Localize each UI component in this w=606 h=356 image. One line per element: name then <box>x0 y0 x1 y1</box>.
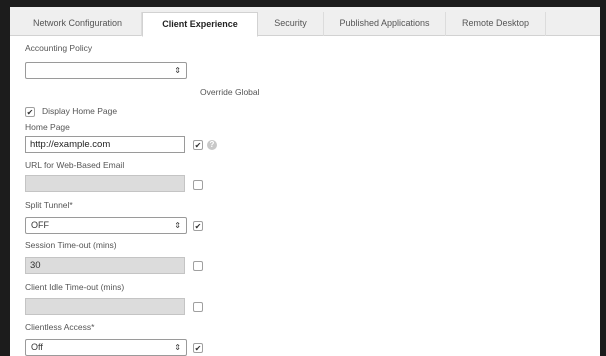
home-page-label: Home Page <box>25 122 70 132</box>
override-global-header: Override Global <box>200 87 260 97</box>
display-home-page-checkbox[interactable] <box>25 107 35 117</box>
tab-bar: Network Configuration Client Experience … <box>10 7 600 37</box>
help-icon[interactable]: ? <box>207 140 217 150</box>
updown-arrow-icon: ⇕ <box>174 343 181 352</box>
home-page-input[interactable]: http://example.com <box>25 136 185 153</box>
clientless-access-value: Off <box>31 342 43 352</box>
tab-network-configuration[interactable]: Network Configuration <box>14 12 142 36</box>
idle-timeout-input[interactable] <box>25 298 185 315</box>
session-timeout-input[interactable]: 30 <box>25 257 185 274</box>
web-email-input[interactable] <box>25 175 185 192</box>
idle-timeout-label: Client Idle Time-out (mins) <box>25 282 125 292</box>
window-frame-right <box>600 0 606 356</box>
split-tunnel-value: OFF <box>31 220 49 230</box>
updown-arrow-icon: ⇕ <box>174 66 181 75</box>
window-frame-left <box>0 0 10 356</box>
accounting-policy-label: Accounting Policy <box>25 43 93 53</box>
display-home-page-label: Display Home Page <box>42 106 118 116</box>
tab-published-applications[interactable]: Published Applications <box>324 12 446 36</box>
tab-security[interactable]: Security <box>258 12 324 36</box>
tab-remote-desktop[interactable]: Remote Desktop <box>446 12 546 36</box>
idle-timeout-override-checkbox[interactable] <box>193 302 203 312</box>
web-email-label: URL for Web-Based Email <box>25 160 125 170</box>
clientless-access-select[interactable]: Off ⇕ <box>25 339 187 356</box>
session-timeout-override-checkbox[interactable] <box>193 261 203 271</box>
home-page-override-checkbox[interactable] <box>193 140 203 150</box>
web-email-override-checkbox[interactable] <box>193 180 203 190</box>
split-tunnel-override-checkbox[interactable] <box>193 221 203 231</box>
clientless-access-override-checkbox[interactable] <box>193 343 203 353</box>
clientless-access-label: Clientless Access* <box>25 322 95 332</box>
session-timeout-label: Session Time-out (mins) <box>25 240 117 250</box>
tab-client-experience[interactable]: Client Experience <box>142 12 258 37</box>
window-frame-top <box>0 0 606 7</box>
updown-arrow-icon: ⇕ <box>174 221 181 230</box>
split-tunnel-select[interactable]: OFF ⇕ <box>25 217 187 234</box>
split-tunnel-label: Split Tunnel* <box>25 200 73 210</box>
accounting-policy-select[interactable]: ⇕ <box>25 62 187 79</box>
